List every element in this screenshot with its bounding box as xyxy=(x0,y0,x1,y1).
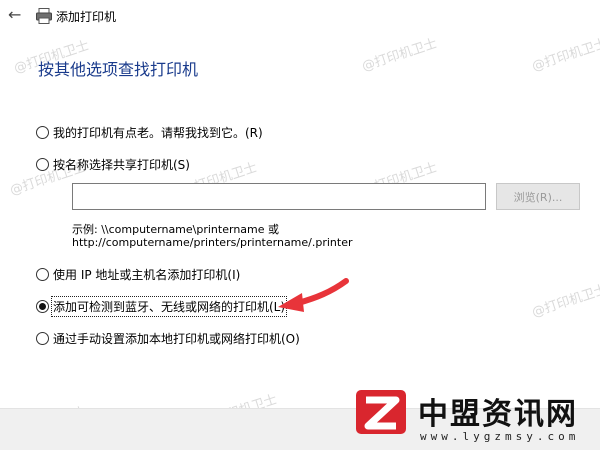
watermark: @打印机卫士 xyxy=(360,36,440,75)
option-ip-address[interactable]: 使用 IP 地址或主机名添加打印机(I) xyxy=(36,265,240,283)
option-label: 使用 IP 地址或主机名添加打印机(I) xyxy=(53,267,241,282)
option-label: 通过手动设置添加本地打印机或网络打印机(O) xyxy=(53,331,300,346)
brand-name: 中盟资讯网 xyxy=(418,397,578,432)
watermark: @打印机卫士 xyxy=(530,36,600,75)
page-heading: 按其他选项查找打印机 xyxy=(38,60,199,79)
brand-url: www.lygzmsy.com xyxy=(420,430,580,443)
example-text-line1: 示例: \\computername\printername 或 xyxy=(72,223,280,236)
option-bluetooth-wireless[interactable]: 添加可检测到蓝牙、无线或网络的打印机(L) xyxy=(36,295,288,317)
annotation-arrow-icon xyxy=(278,278,349,312)
example-text-line2: http://computername/printers/printername… xyxy=(72,236,353,249)
brand-logo-icon xyxy=(356,390,406,434)
radio-button[interactable] xyxy=(36,331,49,345)
printer-icon xyxy=(36,8,52,24)
radio-button[interactable] xyxy=(36,157,49,171)
browse-button[interactable]: 浏览(R)... xyxy=(496,183,580,210)
option-old-printer[interactable]: 我的打印机有点老。请帮我找到它。(R) xyxy=(36,123,263,141)
option-label: 添加可检测到蓝牙、无线或网络的打印机(L) xyxy=(50,295,288,317)
watermark: @打印机卫士 xyxy=(530,282,600,321)
option-manual-local[interactable]: 通过手动设置添加本地打印机或网络打印机(O) xyxy=(36,329,300,347)
option-label: 我的打印机有点老。请帮我找到它。(R) xyxy=(53,125,263,140)
back-arrow-icon[interactable]: ← xyxy=(8,6,28,24)
shared-printer-name-input[interactable] xyxy=(72,183,486,210)
title-bar: ← 添加打印机 xyxy=(0,0,600,32)
radio-button[interactable] xyxy=(36,267,49,281)
option-shared-printer[interactable]: 按名称选择共享打印机(S) xyxy=(36,155,190,173)
radio-button-selected[interactable] xyxy=(36,299,49,313)
option-label: 按名称选择共享打印机(S) xyxy=(53,157,190,172)
window-title: 添加打印机 xyxy=(56,10,117,24)
radio-button[interactable] xyxy=(36,125,49,139)
